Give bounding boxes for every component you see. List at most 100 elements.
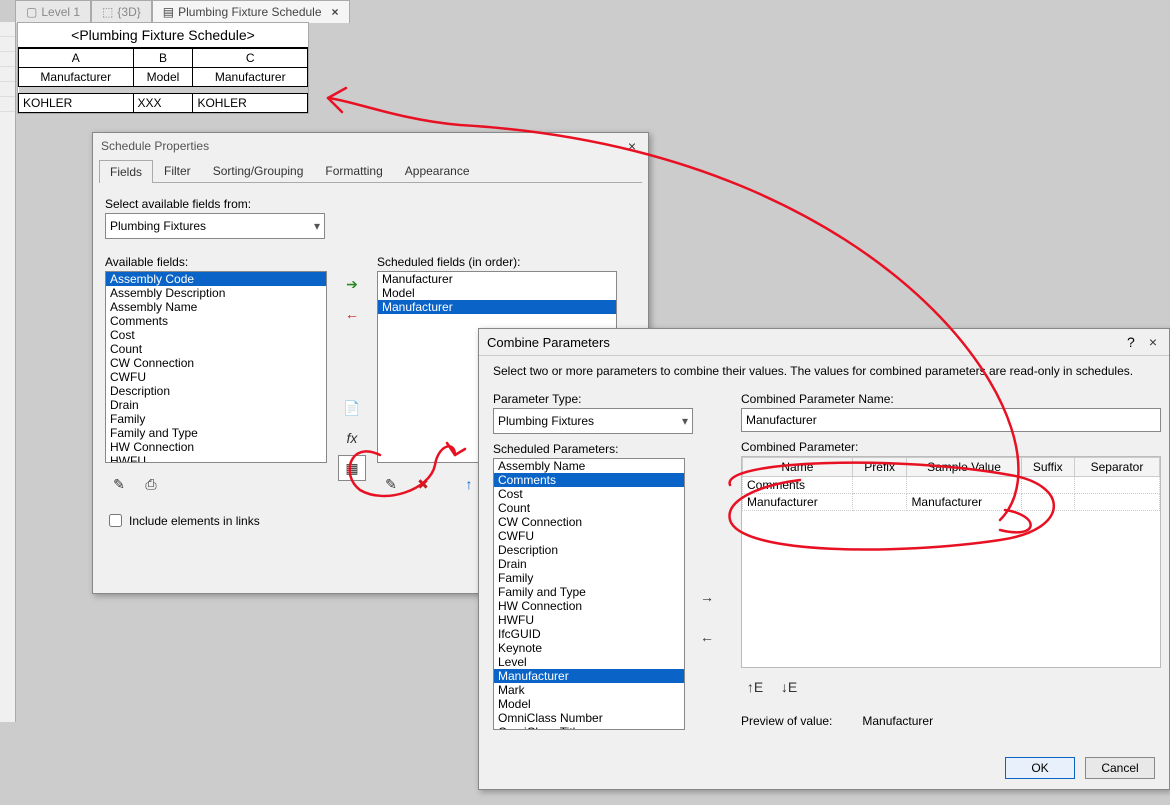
grid-cell[interactable]: Comments [743,477,853,494]
delete-icon[interactable]: ✖ [409,471,437,497]
list-item[interactable]: CWFU [494,529,684,543]
grid-header[interactable]: Name [743,458,853,477]
include-links-checkbox[interactable]: Include elements in links [105,511,327,530]
calculated-icon[interactable]: fx [338,425,366,451]
list-item[interactable]: Cost [494,487,684,501]
cell[interactable]: KOHLER [19,94,134,113]
list-item[interactable]: IfcGUID [494,627,684,641]
add-field-icon[interactable]: ➔ [338,271,366,297]
combined-name-label: Combined Parameter Name: [741,392,1161,406]
add-parameter-icon[interactable]: → [693,584,721,610]
checkbox[interactable] [109,514,122,527]
col-header[interactable]: Manufacturer [193,68,308,87]
grid-header[interactable]: Sample Value [907,458,1021,477]
list-item[interactable]: Manufacturer [378,272,616,286]
select-from-label: Select available fields from: [105,197,636,211]
tab-3d[interactable]: ⬚ {3D} [91,0,152,23]
available-fields-list[interactable]: Assembly CodeAssembly DescriptionAssembl… [105,271,327,463]
move-up-icon[interactable]: ↑E [741,674,769,700]
list-item[interactable]: Manufacturer [378,300,616,314]
list-item[interactable]: Manufacturer [494,669,684,683]
ok-button[interactable]: OK [1005,757,1075,779]
list-item[interactable]: Count [494,501,684,515]
col-letter[interactable]: C [193,49,308,68]
list-item[interactable]: CWFU [106,370,326,384]
edit-icon[interactable]: ✎ [377,471,405,497]
list-item[interactable]: HWFU [494,613,684,627]
list-item[interactable]: Count [106,342,326,356]
close-icon[interactable]: × [1145,334,1161,350]
col-header[interactable]: Model [133,68,193,87]
edit-icon[interactable]: ✎ [105,471,133,497]
parameter-type-select[interactable]: Plumbing Fixtures [493,408,693,434]
grid-header[interactable]: Separator [1074,458,1159,477]
combine-parameters-icon[interactable]: ▦ [338,455,366,481]
list-item[interactable]: Mark [494,683,684,697]
col-header[interactable]: Manufacturer [19,68,134,87]
tab-sorting[interactable]: Sorting/Grouping [202,159,315,182]
combined-name-input[interactable] [741,408,1161,432]
tab-level1[interactable]: ▢ Level 1 [15,0,91,23]
grid-cell[interactable]: Manufacturer [743,494,853,511]
list-item[interactable]: Assembly Description [106,286,326,300]
grid-cell[interactable] [1021,494,1074,511]
list-item[interactable]: Family and Type [106,426,326,440]
close-icon[interactable]: × [332,5,339,19]
remove-field-icon[interactable]: ← [338,301,366,327]
grid-cell[interactable] [852,477,907,494]
list-item[interactable]: HWFU [106,454,326,463]
grid-header[interactable]: Suffix [1021,458,1074,477]
list-item[interactable]: HW Connection [106,440,326,454]
tab-formatting[interactable]: Formatting [314,159,393,182]
grid-cell[interactable]: Manufacturer [907,494,1021,511]
combined-parameter-grid[interactable]: NamePrefixSample ValueSuffixSeparator Co… [741,456,1161,668]
list-item[interactable]: CW Connection [494,515,684,529]
grid-cell[interactable] [1074,477,1159,494]
list-item[interactable]: Comments [494,473,684,487]
row-indicator-strip [0,22,16,722]
cell[interactable]: XXX [133,94,193,113]
grid-header[interactable]: Prefix [852,458,907,477]
move-down-icon[interactable]: ↓E [775,674,803,700]
list-item[interactable]: Drain [494,557,684,571]
list-item[interactable]: Description [106,384,326,398]
list-item[interactable]: HW Connection [494,599,684,613]
new-parameter-icon[interactable]: ⎙ [137,471,165,497]
col-letter[interactable]: A [19,49,134,68]
new-icon[interactable]: 📄 [338,395,366,421]
grid-cell[interactable] [1074,494,1159,511]
list-item[interactable]: Level [494,655,684,669]
list-item[interactable]: CW Connection [106,356,326,370]
list-item[interactable]: Comments [106,314,326,328]
tab-fields[interactable]: Fields [99,160,153,183]
list-item[interactable]: Family [106,412,326,426]
list-item[interactable]: OmniClass Number [494,711,684,725]
col-letter[interactable]: B [133,49,193,68]
list-item[interactable]: Assembly Name [494,459,684,473]
category-select[interactable]: Plumbing Fixtures [105,213,325,239]
list-item[interactable]: Cost [106,328,326,342]
list-item[interactable]: Family and Type [494,585,684,599]
cell[interactable]: KOHLER [193,94,308,113]
list-item[interactable]: OmniClass Title [494,725,684,730]
list-item[interactable]: Model [494,697,684,711]
scheduled-parameters-label: Scheduled Parameters: [493,442,693,456]
list-item[interactable]: Description [494,543,684,557]
tab-schedule[interactable]: ▤ Plumbing Fixture Schedule × [152,0,350,23]
list-item[interactable]: Family [494,571,684,585]
list-item[interactable]: Keynote [494,641,684,655]
grid-cell[interactable] [852,494,907,511]
close-icon[interactable]: × [624,138,640,154]
tab-appearance[interactable]: Appearance [394,159,481,182]
scheduled-parameters-list[interactable]: Assembly NameCommentsCostCountCW Connect… [493,458,685,730]
list-item[interactable]: Assembly Code [106,272,326,286]
grid-cell[interactable] [1021,477,1074,494]
list-item[interactable]: Drain [106,398,326,412]
help-icon[interactable]: ? [1127,334,1135,350]
list-item[interactable]: Model [378,286,616,300]
tab-filter[interactable]: Filter [153,159,202,182]
cancel-button[interactable]: Cancel [1085,757,1155,779]
grid-cell[interactable] [907,477,1021,494]
remove-parameter-icon[interactable]: ← [693,624,721,650]
list-item[interactable]: Assembly Name [106,300,326,314]
